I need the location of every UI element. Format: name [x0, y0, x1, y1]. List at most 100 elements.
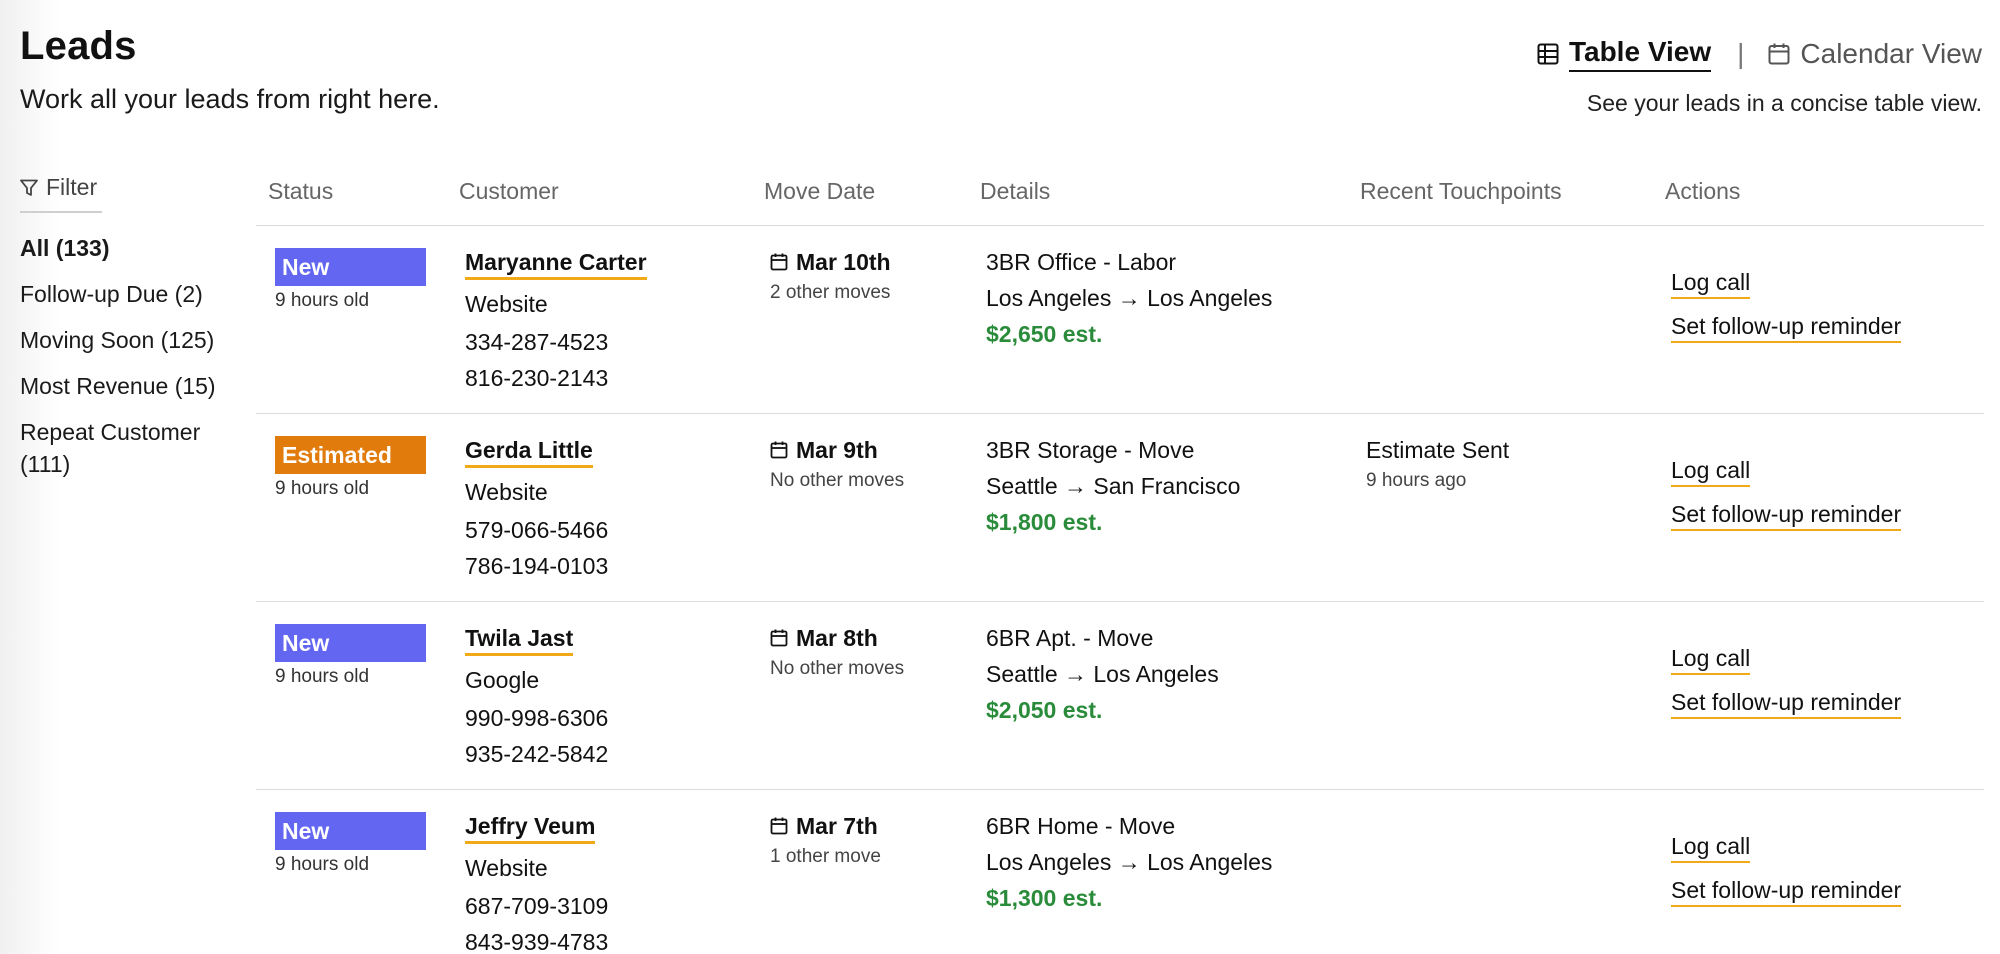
move-date: Mar 8th	[796, 625, 878, 651]
filter-follow-up-due[interactable]: Follow-up Due (2)	[20, 278, 230, 310]
move-date-cell: Mar 10th 2 other moves	[770, 248, 891, 304]
estimate-price: $1,800 est.	[986, 509, 1103, 535]
lead-age: 9 hours old	[275, 854, 370, 875]
status-cell: New 9 hours old	[275, 248, 426, 312]
status-badge: New	[275, 624, 426, 662]
view-switch: Table View | Calendar View	[1537, 36, 1982, 72]
phone-primary: 334-287-4523	[465, 329, 609, 355]
customer-name-link[interactable]: Jeffry Veum	[465, 812, 596, 844]
customer-cell: Maryanne Carter Website 334-287-4523 816…	[465, 248, 647, 392]
status-cell: Estimated 9 hours old	[275, 436, 426, 500]
status-badge: New	[275, 248, 426, 286]
log-call-link[interactable]: Log call	[1671, 268, 1751, 299]
filter-funnel-icon	[20, 179, 38, 196]
log-call-link[interactable]: Log call	[1671, 644, 1751, 675]
lead-age: 9 hours old	[275, 666, 370, 687]
touchpoint-label: Estimate Sent	[1366, 437, 1510, 463]
move-route: Seattle → Los Angeles	[986, 661, 1219, 687]
table-grid-icon	[1537, 43, 1559, 65]
calendar-view-toggle[interactable]: Calendar View	[1768, 38, 1982, 70]
lead-row: New 9 hours old Jeffry Veum Website 687-…	[256, 790, 1984, 954]
calendar-icon	[770, 441, 788, 459]
move-date-cell: Mar 9th No other moves	[770, 436, 904, 492]
lead-source: Website	[465, 291, 548, 317]
filter-heading[interactable]: Filter	[20, 174, 102, 213]
filter-all[interactable]: All (133)	[20, 232, 230, 264]
other-moves-note: No other moves	[770, 658, 905, 679]
view-description: See your leads in a concise table view.	[1586, 90, 1982, 116]
set-follow-up-reminder-link[interactable]: Set follow-up reminder	[1671, 876, 1902, 907]
calendar-icon	[1768, 43, 1790, 65]
view-separator: |	[1737, 38, 1745, 69]
touchpoint-cell: Estimate Sent 9 hours ago	[1366, 436, 1509, 492]
lead-row: New 9 hours old Maryanne Carter Website …	[256, 226, 1984, 414]
phone-secondary: 843-939-4783	[465, 929, 609, 954]
filter-label: Filter	[46, 174, 98, 200]
customer-name-link[interactable]: Maryanne Carter	[465, 248, 647, 280]
status-cell: New 9 hours old	[275, 624, 426, 688]
customer-cell: Jeffry Veum Website 687-709-3109 843-939…	[465, 812, 608, 954]
details-cell: 3BR Office - Labor Los Angeles → Los Ang…	[986, 248, 1272, 348]
set-follow-up-reminder-link[interactable]: Set follow-up reminder	[1671, 312, 1902, 343]
filter-moving-soon[interactable]: Moving Soon (125)	[20, 324, 230, 356]
lead-row: Estimated 9 hours old Gerda Little Websi…	[256, 414, 1984, 602]
status-badge: Estimated	[275, 436, 426, 474]
set-follow-up-reminder-link[interactable]: Set follow-up reminder	[1671, 688, 1902, 719]
calendar-view-label: Calendar View	[1800, 38, 1982, 69]
move-date-cell: Mar 8th No other moves	[770, 624, 904, 680]
actions-cell: Log call Set follow-up reminder	[1671, 248, 1902, 356]
move-date: Mar 10th	[796, 249, 891, 275]
phone-primary: 579-066-5466	[465, 517, 609, 543]
actions-cell: Log call Set follow-up reminder	[1671, 624, 1902, 732]
details-cell: 3BR Storage - Move Seattle → San Francis…	[986, 436, 1240, 536]
set-follow-up-reminder-link[interactable]: Set follow-up reminder	[1671, 500, 1902, 531]
phone-secondary: 786-194-0103	[465, 553, 609, 579]
details-cell: 6BR Home - Move Los Angeles → Los Angele…	[986, 812, 1272, 912]
calendar-icon	[770, 817, 788, 835]
customer-cell: Gerda Little Website 579-066-5466 786-19…	[465, 436, 608, 580]
filter-most-revenue[interactable]: Most Revenue (15)	[20, 370, 230, 402]
other-moves-note: 1 other move	[770, 846, 881, 867]
column-header-details: Details	[980, 178, 1051, 204]
status-badge: New	[275, 812, 426, 850]
move-type: 3BR Office - Labor	[986, 249, 1177, 275]
filter-repeat-customer[interactable]: Repeat Customer (111)	[20, 416, 230, 480]
page-subtitle: Work all your leads from right here.	[20, 84, 440, 114]
other-moves-note: No other moves	[770, 470, 905, 491]
move-type: 6BR Home - Move	[986, 813, 1176, 839]
estimate-price: $2,050 est.	[986, 697, 1103, 723]
lead-age: 9 hours old	[275, 478, 370, 499]
phone-secondary: 816-230-2143	[465, 365, 609, 391]
table-body: New 9 hours old Maryanne Carter Website …	[256, 226, 1984, 954]
details-cell: 6BR Apt. - Move Seattle → Los Angeles $2…	[986, 624, 1219, 724]
customer-name-link[interactable]: Twila Jast	[465, 624, 574, 656]
lead-source: Website	[465, 479, 548, 505]
customer-name-link[interactable]: Gerda Little	[465, 436, 593, 468]
calendar-icon	[770, 253, 788, 271]
customer-cell: Twila Jast Google 990-998-6306 935-242-5…	[465, 624, 608, 768]
other-moves-note: 2 other moves	[770, 282, 891, 303]
column-header-actions: Actions	[1665, 178, 1741, 204]
move-type: 6BR Apt. - Move	[986, 625, 1154, 651]
table-view-label: Table View	[1568, 36, 1712, 72]
table-view-toggle[interactable]: Table View	[1537, 36, 1712, 72]
page-title: Leads	[20, 24, 137, 68]
column-header-recent-touchpoints: Recent Touchpoints	[1360, 178, 1562, 204]
touchpoint-time: 9 hours ago	[1366, 470, 1467, 491]
move-date: Mar 7th	[796, 813, 878, 839]
lead-age: 9 hours old	[275, 290, 370, 311]
log-call-link[interactable]: Log call	[1671, 832, 1751, 863]
phone-primary: 990-998-6306	[465, 705, 609, 731]
calendar-icon	[770, 629, 788, 647]
move-type: 3BR Storage - Move	[986, 437, 1195, 463]
lead-source: Google	[465, 667, 540, 693]
lead-source: Website	[465, 855, 548, 881]
log-call-link[interactable]: Log call	[1671, 456, 1751, 487]
column-header-status: Status	[268, 178, 334, 204]
estimate-price: $1,300 est.	[986, 885, 1103, 911]
column-header-customer: Customer	[459, 178, 559, 204]
phone-secondary: 935-242-5842	[465, 741, 609, 767]
actions-cell: Log call Set follow-up reminder	[1671, 812, 1902, 920]
move-route: Los Angeles → Los Angeles	[986, 285, 1273, 311]
estimate-price: $2,650 est.	[986, 321, 1103, 347]
